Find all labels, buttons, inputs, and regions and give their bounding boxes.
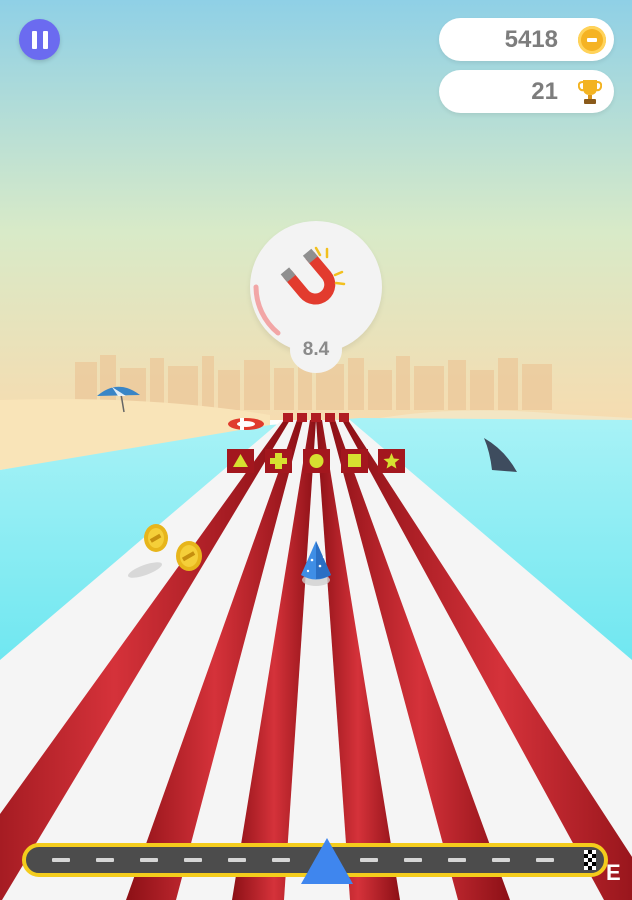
trophy-count: 21	[531, 78, 558, 105]
checkered-flag-icon	[584, 850, 596, 870]
coin-2	[176, 541, 202, 571]
progress-marker-icon	[300, 838, 353, 884]
gate-triangle	[227, 449, 254, 473]
coin-1	[144, 524, 168, 552]
powerup-timer: 8.4	[290, 327, 342, 373]
coin-icon	[578, 26, 606, 54]
corner-watermark: E	[606, 860, 621, 885]
gate-row	[227, 449, 405, 473]
pause-button[interactable]	[19, 19, 60, 60]
coin-counter: 5418	[439, 18, 614, 61]
gate-square	[341, 449, 368, 473]
trophy-icon	[578, 80, 602, 104]
pause-icon	[31, 30, 37, 49]
gate-star	[378, 449, 405, 473]
game-scene	[0, 0, 632, 900]
distant-gates	[283, 413, 349, 422]
trophy-counter: 21	[439, 70, 614, 113]
gate-circle	[303, 449, 330, 473]
gate-plus	[265, 449, 292, 473]
coin-count: 5418	[504, 26, 558, 53]
magnet-icon	[280, 248, 336, 305]
life-ring	[228, 418, 264, 430]
